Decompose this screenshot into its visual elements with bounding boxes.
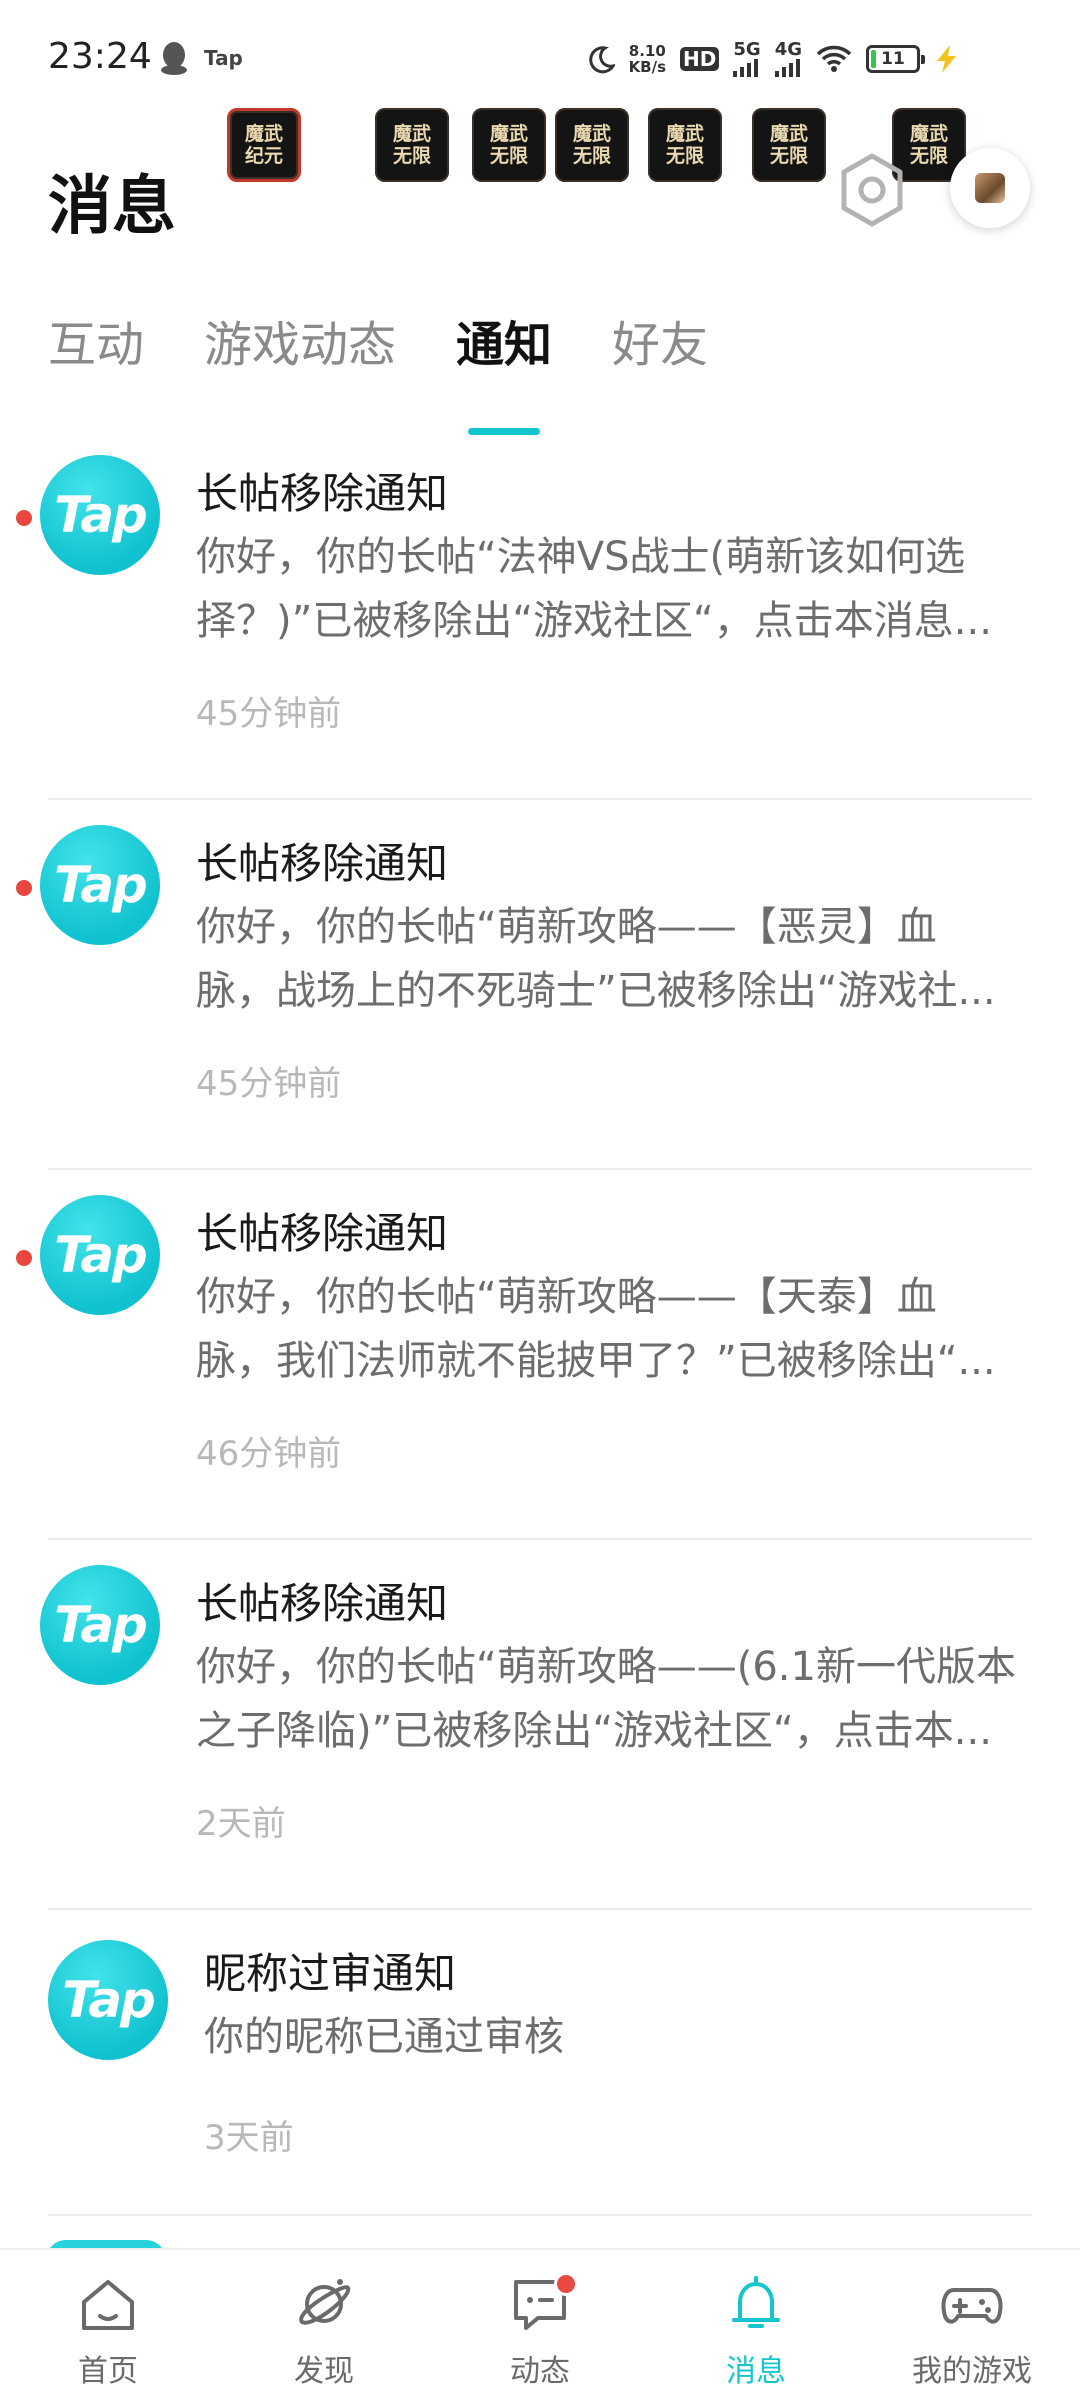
tap-logo-icon: Tap [40, 1565, 160, 1685]
status-icons: 8.10 KB/s HD 5G 4G 11 [585, 34, 960, 84]
divider [48, 2214, 1032, 2216]
unread-dot [16, 510, 32, 526]
nav-messages[interactable]: 消息 [648, 2250, 864, 2408]
notification-title: 昵称过审通知 [204, 1949, 457, 1998]
tab-friends[interactable]: 好友 [612, 305, 708, 375]
notification-item[interactable]: Tap 长帖移除通知 你好，你的长帖“法神VS战士(萌新该如何选 择？)”已被移… [0, 430, 1080, 800]
notification-list: Tap 长帖移除通知 你好，你的长帖“法神VS战士(萌新该如何选 择？)”已被移… [0, 430, 1080, 2216]
game-badge[interactable]: 魔武 纪元 [227, 108, 301, 182]
tap-logo-icon: Tap [48, 1940, 168, 2060]
notification-item[interactable]: Tap 长帖移除通知 你好，你的长帖“萌新攻略——(6.1新一代版本 之子降临)… [0, 1540, 1080, 1910]
screen: 23:24 Tap 8.10 KB/s HD 5G 4G 11 魔武 纪元 魔武… [0, 0, 1080, 2408]
notification-item[interactable]: Tap 昵称过审通知 你的昵称已通过审核 3天前 [0, 1910, 1080, 2216]
notification-time: 45分钟前 [196, 1064, 342, 1104]
nav-feed[interactable]: 动态 [432, 2250, 648, 2408]
notification-title: 长帖移除通知 [196, 1209, 449, 1258]
notification-body: 你好，你的长帖“萌新攻略——【天泰】血 脉，我们法师就不能披甲了？”已被移除出“… [196, 1274, 996, 1384]
game-badge[interactable]: 魔武 无限 [555, 108, 629, 182]
notification-body: 你的昵称已通过审核 [204, 2014, 564, 2060]
game-badge[interactable]: 魔武 无限 [648, 108, 722, 182]
nav-discover[interactable]: 发现 [216, 2250, 432, 2408]
net-speed: 8.10 KB/s [628, 42, 667, 76]
signal-bars-icon [733, 59, 760, 77]
notification-time: 3天前 [204, 2118, 294, 2158]
signal-4g: 4G [774, 41, 802, 77]
bottom-nav: 首页 发现 动态 消息 我的游戏 [0, 2248, 1080, 2408]
message-tabs: 互动 游戏动态 通知 好友 [48, 305, 768, 375]
tap-logo-icon: Tap [40, 825, 160, 945]
avatar[interactable] [950, 148, 1030, 228]
notification-time: 45分钟前 [196, 694, 342, 734]
notification-title: 长帖移除通知 [196, 839, 449, 888]
page-title: 消息 [48, 170, 176, 244]
tap-logo-icon: Tap [40, 455, 160, 575]
unread-dot [16, 880, 32, 896]
notification-badge [554, 2272, 578, 2296]
battery-icon: 11 [866, 45, 925, 73]
notification-title: 长帖移除通知 [196, 1579, 449, 1628]
notification-body: 你好，你的长帖“萌新攻略——(6.1新一代版本 之子降临)”已被移除出“游戏社区… [196, 1644, 1016, 1754]
notification-time: 46分钟前 [196, 1434, 342, 1474]
nav-home[interactable]: 首页 [0, 2250, 216, 2408]
notification-item[interactable]: Tap 长帖移除通知 你好，你的长帖“萌新攻略——【恶灵】血 脉，战场上的不死骑… [0, 800, 1080, 1170]
signal-bars-icon [774, 59, 802, 77]
tab-notifications[interactable]: 通知 [456, 305, 552, 375]
gamepad-icon [941, 2288, 1003, 2324]
game-badge[interactable]: 魔武 无限 [375, 108, 449, 182]
notification-item[interactable]: Tap 长帖移除通知 你好，你的长帖“萌新攻略——【天泰】血 脉，我们法师就不能… [0, 1170, 1080, 1540]
tab-interaction[interactable]: 互动 [48, 305, 144, 375]
signal-5g: 5G [733, 41, 761, 77]
status-time: 23:24 [48, 36, 152, 77]
qq-penguin-icon [161, 42, 187, 75]
notification-time: 2天前 [196, 1804, 286, 1844]
avatar-image [975, 173, 1005, 203]
moon-icon [588, 46, 615, 74]
status-bar: 23:24 Tap 8.10 KB/s HD 5G 4G 11 [0, 0, 1080, 120]
notification-body: 你好，你的长帖“萌新攻略——【恶灵】血 脉，战场上的不死骑士”已被移除出“游戏社… [196, 904, 996, 1014]
unread-dot [16, 1250, 32, 1266]
hd-icon: HD [680, 47, 720, 71]
game-badge[interactable]: 魔武 无限 [472, 108, 546, 182]
notification-title: 长帖移除通知 [196, 469, 449, 518]
game-badge[interactable]: 魔武 无限 [752, 108, 826, 182]
charging-bolt-icon [937, 45, 956, 73]
planet-icon [299, 2279, 351, 2325]
wifi-icon [816, 45, 852, 72]
nav-my-games[interactable]: 我的游戏 [864, 2250, 1080, 2408]
settings-icon[interactable] [838, 152, 906, 228]
tap-logo-icon: Tap [40, 1195, 160, 1315]
home-icon [82, 2280, 134, 2330]
notification-body: 你好，你的长帖“法神VS战士(萌新该如何选 择？)”已被移除出“游戏社区“，点击… [196, 534, 992, 644]
tap-notification-icon: Tap [204, 46, 243, 70]
bell-icon [732, 2276, 780, 2328]
tab-game-news[interactable]: 游戏动态 [204, 305, 396, 375]
